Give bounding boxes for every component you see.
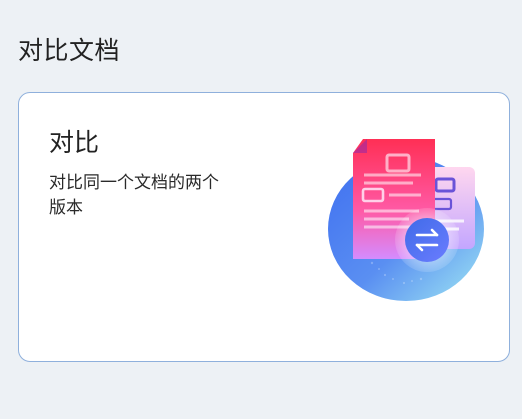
page-title: 对比文档 bbox=[18, 36, 121, 65]
card-title: 对比 bbox=[49, 128, 100, 157]
compare-documents-icon bbox=[309, 123, 499, 303]
card-description: 对比同一个文档的两个版本 bbox=[49, 173, 219, 218]
compare-card[interactable]: 对比 对比同一个文档的两个版本 bbox=[18, 92, 510, 362]
